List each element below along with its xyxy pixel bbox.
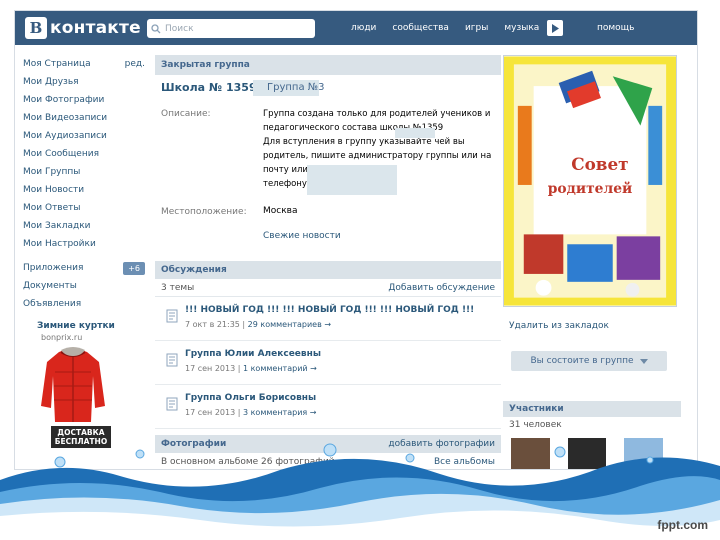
group-name-tail: Группа №3	[267, 82, 325, 93]
menu-ads[interactable]: Объявления	[23, 295, 145, 313]
nav-people[interactable]: люди	[351, 23, 376, 33]
topic-comments-link[interactable]: 3 комментария →	[243, 408, 316, 417]
menu-label: Приложения	[23, 263, 84, 273]
topic-row[interactable]: !!! НОВЫЙ ГОД !!! !!! НОВЫЙ ГОД !!! !!! …	[155, 297, 501, 341]
group-info: Описание: Группа создана только для роди…	[155, 101, 501, 243]
left-menu: Моя Страница ред. Мои Друзья Мои Фотограф…	[23, 55, 145, 313]
menu-photos[interactable]: Мои Фотографии	[23, 91, 145, 109]
search-box[interactable]	[147, 19, 315, 38]
redaction-box	[395, 128, 435, 138]
redaction-box	[307, 165, 397, 195]
members-count: 31 человек	[509, 420, 562, 430]
menu-news[interactable]: Мои Новости	[23, 181, 145, 199]
vk-logo[interactable]: B контакте	[25, 17, 141, 39]
location-label: Местоположение:	[161, 207, 247, 217]
news-link[interactable]: Свежие новости	[263, 231, 341, 241]
add-discussion-link[interactable]: Добавить обсуждение	[388, 279, 495, 297]
menu-bookmarks[interactable]: Мои Закладки	[23, 217, 145, 235]
topic-icon	[166, 397, 178, 411]
topic-icon	[166, 353, 178, 367]
location-value: Москва	[263, 206, 298, 216]
topic-meta: 17 сен 2013 | 1 комментарий →	[185, 364, 317, 373]
topic-meta: 17 сен 2013 | 3 комментария →	[185, 408, 317, 417]
poster-text-line2: родителей	[548, 180, 633, 197]
topic-title[interactable]: Группа Юлии Алексеевны	[185, 349, 321, 359]
apps-badge: +6	[123, 262, 145, 275]
description-line: Для вступления в группу указывайте чей в…	[263, 137, 465, 147]
top-bar: B контакте люди сообщества игры музыка п…	[15, 11, 697, 45]
slide: B контакте люди сообщества игры музыка п…	[0, 0, 720, 540]
menu-label: Моя Страница	[23, 59, 91, 69]
water-splash-decoration	[0, 443, 720, 540]
nav-communities[interactable]: сообщества	[392, 23, 449, 33]
topic-date: 17 сен 2013	[185, 364, 236, 373]
topic-comments-link[interactable]: 1 комментарий →	[243, 364, 317, 373]
discussions-title: Обсуждения	[161, 265, 227, 275]
topic-title[interactable]: Группа Ольги Борисовны	[185, 393, 316, 403]
menu-groups[interactable]: Мои Группы	[23, 163, 145, 181]
discussions-header[interactable]: Обсуждения	[155, 261, 501, 279]
play-icon	[552, 23, 560, 33]
description-label: Описание:	[161, 109, 211, 119]
topic-icon	[166, 309, 178, 323]
members-header[interactable]: Участники	[503, 401, 681, 417]
menu-my-page[interactable]: Моя Страница ред.	[23, 55, 145, 73]
bookmark-link[interactable]: Удалить из закладок	[503, 321, 681, 331]
edit-link[interactable]: ред.	[125, 55, 145, 73]
jacket-image	[41, 347, 105, 422]
menu-documents[interactable]: Документы	[23, 277, 145, 295]
ad-title: Зимние куртки	[37, 321, 115, 331]
topic-date: 17 сен 2013	[185, 408, 236, 417]
description-line: педагогического состава школы №1359	[263, 123, 444, 133]
nav-music[interactable]: музыка	[504, 23, 539, 33]
main-column: Закрытая группа Школа № 1359 Группа №3 О…	[155, 55, 501, 469]
topic-title[interactable]: !!! НОВЫЙ ГОД !!! !!! НОВЫЙ ГОД !!! !!! …	[185, 305, 474, 315]
delivery-line: ДОСТАВКА	[57, 428, 105, 437]
membership-label: Вы состоите в группе	[530, 356, 634, 366]
watermark: fppt.com	[657, 518, 708, 532]
description-line: родитель, пишите администратору группы и…	[263, 151, 492, 161]
membership-button[interactable]: Вы состоите в группе	[511, 351, 667, 371]
menu-answers[interactable]: Мои Ответы	[23, 199, 145, 217]
play-button[interactable]	[547, 20, 564, 36]
topic-row[interactable]: Группа Юлии Алексеевны 17 сен 2013 | 1 к…	[155, 341, 501, 385]
topic-comments-link[interactable]: 29 комментариев →	[248, 320, 331, 329]
right-column: Совет родителей Удалить из закладок Вы с…	[503, 55, 681, 469]
caret-down-icon	[639, 358, 648, 364]
group-type-header: Закрытая группа	[155, 55, 501, 75]
search-input[interactable]	[165, 23, 305, 34]
nav-help[interactable]: помощь	[597, 23, 634, 33]
menu-videos[interactable]: Мои Видеозаписи	[23, 109, 145, 127]
menu-friends[interactable]: Мои Друзья	[23, 73, 145, 91]
menu-settings[interactable]: Мои Настройки	[23, 235, 145, 253]
group-title: Школа № 1359	[161, 81, 257, 94]
ad-block[interactable]: Зимние куртки bonprix.ru ДОСТАВКА БЕСПЛАТ…	[23, 321, 145, 448]
menu-messages[interactable]: Мои Сообщения	[23, 145, 145, 163]
description-line: Группа создана только для родителей учен…	[263, 109, 491, 119]
group-name: Школа № 1359 Группа №3	[155, 75, 501, 101]
logo-mark: B	[25, 17, 47, 39]
poster-text-line1: Совет	[571, 154, 628, 174]
menu-audio[interactable]: Мои Аудиозаписи	[23, 127, 145, 145]
topic-row[interactable]: Группа Ольги Борисовны 17 сен 2013 | 3 к…	[155, 385, 501, 429]
top-nav: люди сообщества игры музыка	[351, 11, 579, 45]
vk-screenshot: B контакте люди сообщества игры музыка п…	[14, 10, 698, 470]
topic-meta: 7 окт в 21:35 | 29 комментариев →	[185, 320, 332, 329]
group-avatar-poster[interactable]: Совет родителей	[503, 55, 677, 307]
nav-games[interactable]: игры	[465, 23, 488, 33]
logo-text: контакте	[50, 18, 141, 38]
topic-date: 7 окт в 21:35	[185, 320, 240, 329]
menu-apps[interactable]: Приложения +6	[23, 259, 145, 277]
search-icon	[151, 23, 161, 33]
ad-domain: bonprix.ru	[41, 333, 83, 342]
discussions-subheader: 3 темы Добавить обсуждение	[155, 279, 501, 297]
topics-count: 3 темы	[161, 283, 195, 293]
